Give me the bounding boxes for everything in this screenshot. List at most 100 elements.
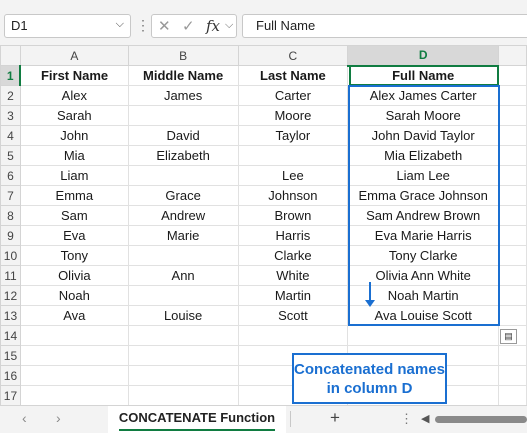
cell-b16[interactable]: [127, 365, 239, 386]
cell-e17[interactable]: [498, 385, 527, 405]
cell-b9[interactable]: Marie: [127, 225, 239, 246]
cell-e9[interactable]: [498, 225, 527, 246]
insert-function-icon[interactable]: fx: [206, 17, 220, 35]
column-header-d[interactable]: D: [347, 45, 500, 67]
cell-e16[interactable]: [498, 365, 527, 386]
cell-d6[interactable]: Liam Lee: [347, 165, 500, 186]
cell-c4[interactable]: Taylor: [237, 125, 349, 146]
cell-b4[interactable]: David: [127, 125, 239, 146]
cell-b14[interactable]: [127, 325, 239, 346]
cell-d2[interactable]: Alex James Carter: [347, 85, 500, 106]
row-header-6[interactable]: 6: [0, 165, 21, 186]
cell-a15[interactable]: [19, 345, 129, 366]
formula-input[interactable]: Full Name: [242, 14, 527, 38]
cell-c7[interactable]: Johnson: [237, 185, 349, 206]
cell-c9[interactable]: Harris: [237, 225, 349, 246]
row-header-11[interactable]: 11: [0, 265, 21, 286]
cell-b15[interactable]: [127, 345, 239, 366]
row-header-4[interactable]: 4: [0, 125, 21, 146]
cell-a2[interactable]: Alex: [19, 85, 129, 106]
row-header-15[interactable]: 15: [0, 345, 21, 366]
scroll-left-icon[interactable]: ◀: [421, 412, 429, 425]
column-header-b[interactable]: B: [127, 45, 239, 66]
cell-d3[interactable]: Sarah Moore: [347, 105, 500, 126]
column-header-a[interactable]: A: [19, 45, 129, 66]
cell-b13[interactable]: Louise: [127, 305, 239, 326]
cell-d5[interactable]: Mia Elizabeth: [347, 145, 500, 166]
cell-e4[interactable]: [498, 125, 527, 146]
cell-b5[interactable]: Elizabeth: [127, 145, 239, 166]
cell-c11[interactable]: White: [237, 265, 349, 286]
cell-a16[interactable]: [19, 365, 129, 386]
select-all-corner[interactable]: [0, 45, 21, 66]
cell-b11[interactable]: Ann: [127, 265, 239, 286]
enter-icon[interactable]: ✓: [182, 17, 195, 35]
cell-b2[interactable]: James: [127, 85, 239, 106]
cell-d10[interactable]: Tony Clarke: [347, 245, 500, 266]
cell-c5[interactable]: [237, 145, 349, 166]
cell-a17[interactable]: [19, 385, 129, 405]
row-header-2[interactable]: 2: [0, 85, 21, 106]
cell-e2[interactable]: [498, 85, 527, 106]
tab-options-icon[interactable]: ⋮: [400, 411, 413, 427]
cell-c1[interactable]: Last Name: [237, 65, 349, 86]
cell-d8[interactable]: Sam Andrew Brown: [347, 205, 500, 226]
cell-b7[interactable]: Grace: [127, 185, 239, 206]
add-sheet-button[interactable]: +: [330, 408, 340, 428]
cell-a11[interactable]: Olivia: [19, 265, 129, 286]
row-header-17[interactable]: 17: [0, 385, 21, 405]
cell-b3[interactable]: [127, 105, 239, 126]
cell-c6[interactable]: Lee: [237, 165, 349, 186]
row-header-13[interactable]: 13: [0, 305, 21, 326]
row-header-16[interactable]: 16: [0, 365, 21, 386]
paste-options-icon[interactable]: ▤: [500, 329, 517, 344]
row-header-8[interactable]: 8: [0, 205, 21, 226]
more-options-icon[interactable]: ⋮: [136, 17, 150, 34]
cell-c8[interactable]: Brown: [237, 205, 349, 226]
cell-d13[interactable]: Ava Louise Scott: [347, 305, 500, 326]
row-header-1[interactable]: 1: [0, 65, 22, 86]
horizontal-scrollbar[interactable]: ◀: [421, 412, 527, 426]
next-sheet-icon[interactable]: ›: [56, 410, 61, 426]
cell-b6[interactable]: [127, 165, 239, 186]
cell-a6[interactable]: Liam: [19, 165, 129, 186]
cell-a8[interactable]: Sam: [19, 205, 129, 226]
cell-e1[interactable]: [498, 65, 527, 86]
cell-a7[interactable]: Emma: [19, 185, 129, 206]
cell-e11[interactable]: [498, 265, 527, 286]
cell-e13[interactable]: [498, 305, 527, 326]
cell-e7[interactable]: [498, 185, 527, 206]
cell-a14[interactable]: [19, 325, 129, 346]
cell-a3[interactable]: Sarah: [19, 105, 129, 126]
row-header-10[interactable]: 10: [0, 245, 21, 266]
cell-d9[interactable]: Eva Marie Harris: [347, 225, 500, 246]
cell-a12[interactable]: Noah: [19, 285, 129, 306]
row-header-9[interactable]: 9: [0, 225, 21, 246]
cell-d4[interactable]: John David Taylor: [347, 125, 500, 146]
sheet-tab-concatenate[interactable]: CONCATENATE Function: [108, 406, 286, 433]
chevron-down-icon[interactable]: ⌵: [225, 19, 233, 32]
cell-c14[interactable]: [237, 325, 349, 346]
row-header-3[interactable]: 3: [0, 105, 21, 126]
scrollbar-thumb[interactable]: [435, 416, 527, 423]
cell-d14[interactable]: [347, 325, 500, 346]
cell-b17[interactable]: [127, 385, 239, 405]
cell-e8[interactable]: [498, 205, 527, 226]
cell-c10[interactable]: Clarke: [237, 245, 349, 266]
cell-e10[interactable]: [498, 245, 527, 266]
cell-a13[interactable]: Ava: [19, 305, 129, 326]
row-header-14[interactable]: 14: [0, 325, 21, 346]
cell-e5[interactable]: [498, 145, 527, 166]
row-header-5[interactable]: 5: [0, 145, 21, 166]
cell-b12[interactable]: [127, 285, 239, 306]
column-header-c[interactable]: C: [237, 45, 349, 66]
cell-b1[interactable]: Middle Name: [127, 65, 239, 86]
cell-e3[interactable]: [498, 105, 527, 126]
cell-e6[interactable]: [498, 165, 527, 186]
cell-b10[interactable]: [127, 245, 239, 266]
cell-c12[interactable]: Martin: [237, 285, 349, 306]
cell-e12[interactable]: [498, 285, 527, 306]
cell-b8[interactable]: Andrew: [127, 205, 239, 226]
cell-c13[interactable]: Scott: [237, 305, 349, 326]
row-header-7[interactable]: 7: [0, 185, 21, 206]
